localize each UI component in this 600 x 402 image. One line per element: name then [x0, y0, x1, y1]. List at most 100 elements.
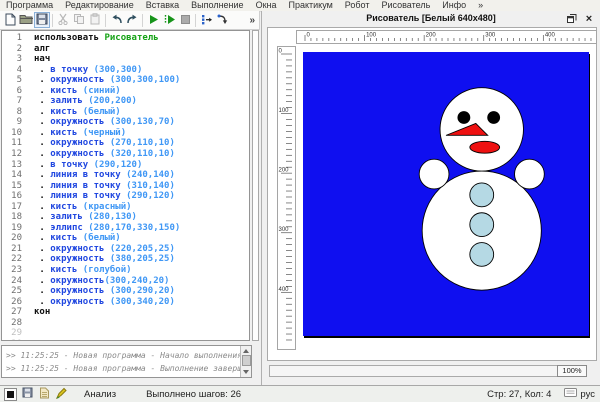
mode-square-icon [4, 388, 17, 401]
painter-horizontal-scrollbar[interactable] [269, 365, 582, 377]
line-number: 16 [2, 191, 22, 202]
line-number: 24 [2, 276, 22, 287]
run-step-button[interactable] [161, 12, 177, 28]
status-edit-button[interactable] [54, 387, 68, 401]
painter-panel: Рисователь [Белый 640x480] × 0 100 200 300 4… [261, 11, 600, 385]
stop-button[interactable] [177, 12, 193, 28]
code-line: 27кон [2, 307, 249, 318]
run-button[interactable] [145, 12, 161, 28]
line-number: 30 [2, 339, 22, 341]
line-number: 27 [2, 307, 22, 318]
vertical-ruler: 0 100 200 300 400 [277, 46, 296, 350]
paste-button[interactable] [87, 12, 103, 28]
kumir-window: ПрограммаРедактированиеВставкаВыполнение… [0, 0, 600, 402]
code-line: 6 . кисть (синий) [2, 86, 249, 97]
svg-text:400: 400 [279, 287, 290, 293]
code-line: 2алг [2, 44, 249, 55]
line-number: 9 [2, 117, 22, 128]
console-scrollbar[interactable] [240, 346, 251, 377]
mouth [470, 141, 500, 153]
code-line: 8 . кисть (белый) [2, 107, 249, 118]
step-over-icon [200, 13, 213, 28]
toolbar-separator [142, 14, 143, 27]
horizontal-ruler: 0100200300400 [296, 30, 597, 44]
run-mode-button[interactable] [3, 387, 17, 401]
button-top [470, 183, 494, 207]
scrollbar-thumb[interactable] [242, 355, 251, 366]
save-floppy-icon [36, 13, 48, 27]
drawing-canvas [303, 52, 589, 336]
code-line: 14 . линия в точку (240,140) [2, 170, 249, 181]
code-line: 23 . кисть (голубой) [2, 265, 249, 276]
line-number: 28 [2, 318, 22, 329]
redo-button[interactable] [124, 12, 140, 28]
svg-text:200: 200 [279, 168, 290, 174]
code-line: 22 . окружность (380,205,25) [2, 254, 249, 265]
code-line: 18 . залить (280,130) [2, 212, 249, 223]
code-line: 12 . окружность (320,110,10) [2, 149, 249, 160]
redo-arrow-icon [126, 13, 139, 28]
code-line: 13 . в точку (290,120) [2, 160, 249, 171]
keyboard-layout-button[interactable] [563, 387, 577, 401]
line-number: 18 [2, 212, 22, 223]
toolbar-overflow-button[interactable]: » [249, 15, 255, 26]
line-number: 1 [2, 33, 22, 44]
line-number: 29 [2, 328, 22, 339]
painter-window-title: Рисователь [Белый 640x480] [262, 11, 600, 27]
scroll-up-icon[interactable] [243, 349, 249, 353]
code-line: 9 . окружность (300,130,70) [2, 117, 249, 128]
keyboard-layout-label: рус [580, 389, 595, 400]
code-line: 28 [2, 318, 249, 329]
svg-text:300: 300 [279, 227, 290, 233]
painter-restore-button[interactable] [566, 13, 578, 25]
line-number: 22 [2, 254, 22, 265]
hand-right [515, 159, 545, 189]
line-number: 6 [2, 86, 22, 97]
new-file-button[interactable] [2, 12, 18, 28]
save-floppy-icon [22, 387, 33, 401]
step-into-button[interactable] [214, 12, 230, 28]
code-editor[interactable]: 1использовать Рисователь2алг3нач4 . в то… [1, 30, 250, 341]
copy-button[interactable] [71, 12, 87, 28]
status-save-button[interactable] [20, 387, 34, 401]
line-number: 25 [2, 286, 22, 297]
toolbar-separator [105, 14, 106, 27]
scroll-down-icon[interactable] [243, 370, 249, 374]
line-number: 14 [2, 170, 22, 181]
svg-text:100: 100 [366, 33, 377, 39]
run-play-icon [147, 13, 160, 28]
code-line: 26 . окружность (300,340,20) [2, 297, 249, 308]
line-number: 5 [2, 75, 22, 86]
painter-viewport: 0100200300400 0100200300400 [267, 27, 597, 361]
save-button[interactable] [34, 12, 50, 28]
editor-vertical-scrollbar[interactable] [252, 30, 259, 341]
step-over-button[interactable] [198, 12, 214, 28]
open-folder-icon [19, 13, 33, 27]
cut-button[interactable] [55, 12, 71, 28]
line-number: 3 [2, 54, 22, 65]
code-line: 1использовать Рисователь [2, 33, 249, 44]
status-steps-label: Выполнено шагов: 26 [146, 389, 241, 400]
line-number: 11 [2, 138, 22, 149]
code-line: 15 . линия в точку (310,140) [2, 181, 249, 192]
code-line: 3нач [2, 54, 249, 65]
svg-text:100: 100 [279, 108, 290, 114]
code-line: 19 . эллипс (280,170,330,150) [2, 223, 249, 234]
code-lines: 1использовать Рисователь2алг3нач4 . в то… [2, 33, 249, 341]
code-line: 7 . залить (200,200) [2, 96, 249, 107]
zoom-level: 100% [557, 365, 587, 377]
button-bottom [470, 243, 494, 267]
pen-icon [55, 387, 67, 402]
line-number: 15 [2, 181, 22, 192]
keyboard-icon [564, 388, 577, 400]
status-document-button[interactable] [37, 387, 51, 401]
line-number: 13 [2, 160, 22, 171]
code-line: 24 . окружность(300,240,20) [2, 276, 249, 287]
open-file-button[interactable] [18, 12, 34, 28]
code-line: 17 . кисть (красный) [2, 202, 249, 213]
undo-button[interactable] [108, 12, 124, 28]
svg-text:0: 0 [279, 49, 283, 55]
code-line: 29 [2, 328, 249, 339]
painter-close-button[interactable]: × [583, 13, 595, 25]
cut-scissors-icon [57, 13, 69, 27]
